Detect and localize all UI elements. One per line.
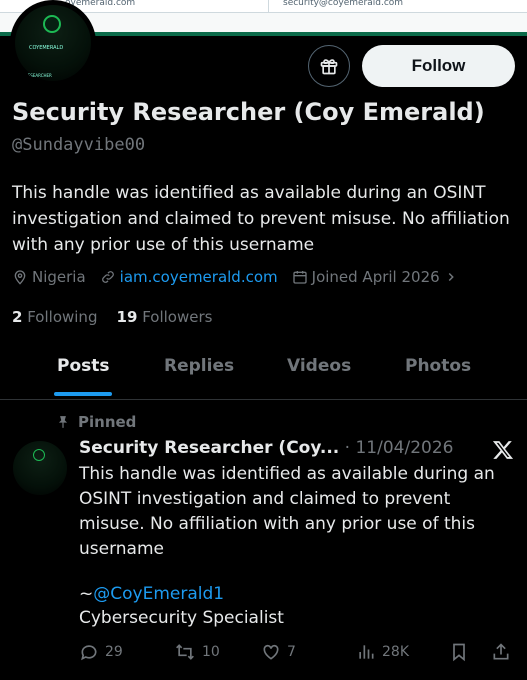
retweet-button[interactable]: 10: [174, 642, 220, 662]
tweet-separator: ·: [344, 438, 351, 458]
tab-videos[interactable]: Videos: [287, 356, 351, 376]
tab-photos[interactable]: Photos: [405, 356, 471, 376]
followers-link[interactable]: 19 Followers: [117, 308, 213, 326]
following-link[interactable]: 2 Following: [12, 308, 97, 326]
reply-button[interactable]: 29: [79, 642, 123, 662]
follow-button[interactable]: Follow: [362, 45, 515, 87]
share-icon: [493, 643, 509, 660]
profile-joined[interactable]: Joined April 2026: [292, 268, 462, 286]
following-label: Following: [27, 308, 98, 326]
avatar-image: COYEMERALD RESEARCHER: [15, 5, 91, 81]
location-text: Nigeria: [32, 268, 86, 286]
profile-name: Security Researcher (Coy Emerald): [12, 98, 485, 126]
reply-count: 29: [105, 644, 123, 660]
tweet-text: This handle was identified as available …: [79, 464, 495, 559]
location-icon: [14, 270, 26, 285]
profile-tabs: Posts Replies Videos Photos: [0, 340, 527, 400]
profile-avatar[interactable]: COYEMERALD RESEARCHER: [10, 0, 96, 86]
heart-icon: [263, 644, 279, 660]
views-count: 28K: [382, 644, 409, 660]
tweet-author[interactable]: Security Researcher (Coy...: [79, 438, 339, 458]
reply-icon: [81, 645, 97, 661]
mention-link[interactable]: @CoyEmerald1: [93, 584, 224, 604]
followers-count: 19: [116, 308, 138, 326]
active-tab-indicator: [54, 392, 112, 396]
tweet-date[interactable]: 11/04/2026: [355, 438, 453, 458]
chevron-right-icon: [448, 272, 454, 282]
joined-text: Joined April 2026: [311, 268, 440, 286]
banner-divider: [268, 0, 269, 12]
tweet-avatar-logo-icon: [33, 449, 45, 461]
retweet-count: 10: [202, 644, 220, 660]
tweet-signature: Cybersecurity Specialist: [79, 608, 284, 628]
tab-posts[interactable]: Posts: [57, 356, 110, 376]
calendar-icon: [292, 271, 307, 284]
bookmark-button[interactable]: [449, 642, 475, 662]
avatar-text-2: RESEARCHER: [25, 73, 52, 78]
like-button[interactable]: 7: [261, 642, 296, 662]
tweet-mention-line: ~@CoyEmerald1: [79, 584, 224, 604]
like-count: 7: [287, 644, 296, 660]
tweet-avatar[interactable]: [13, 441, 67, 495]
tweet-actions: 29 10 7 28K: [79, 642, 519, 664]
link-icon: [101, 271, 114, 283]
follow-counts: 2 Following 19 Followers: [12, 308, 212, 326]
profile-handle: @Sundayvibe00: [12, 135, 146, 155]
retweet-icon: [176, 644, 194, 660]
tweet-header: Security Researcher (Coy... · 11/04/2026: [79, 438, 453, 458]
website-link[interactable]: iam.coyemerald.com: [120, 268, 278, 286]
mention-prefix: ~: [79, 584, 94, 604]
tab-replies[interactable]: Replies: [164, 356, 234, 376]
bookmark-icon: [453, 643, 465, 662]
profile-meta: Nigeria iam.coyemerald.com Joined April …: [12, 268, 476, 286]
share-button[interactable]: [491, 642, 517, 662]
subscribe-gift-icon: [320, 59, 338, 75]
pinned-text: Pinned: [78, 413, 137, 431]
x-logo-icon: [492, 441, 514, 459]
following-count: 2: [12, 308, 23, 326]
views-icon: [359, 645, 374, 659]
views-button[interactable]: 28K: [356, 642, 409, 662]
profile-website[interactable]: iam.coyemerald.com: [100, 268, 278, 286]
profile-location: Nigeria: [12, 268, 86, 286]
pinned-label: Pinned: [56, 413, 136, 431]
avatar-logo-icon: [43, 15, 61, 33]
profile-bio: This handle was identified as available …: [12, 183, 510, 255]
avatar-text-1: COYEMERALD: [29, 45, 64, 51]
followers-label: Followers: [142, 308, 213, 326]
banner-email-right: security@coyemerald.com: [283, 0, 404, 8]
subscribe-button[interactable]: [308, 45, 350, 87]
pin-icon: [58, 416, 68, 428]
